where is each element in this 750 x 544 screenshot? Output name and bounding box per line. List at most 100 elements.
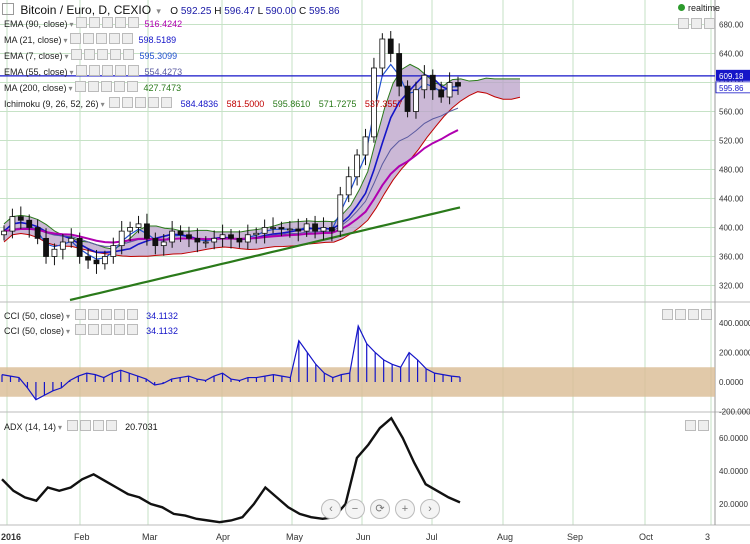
price-tick-label: 480.00 (719, 166, 744, 175)
candle-body (270, 227, 276, 229)
candle-body (76, 237, 83, 257)
candle-body (144, 223, 150, 239)
candle-body (354, 154, 361, 178)
time-tick-label: Jul (426, 532, 438, 542)
candle-body (202, 241, 209, 244)
candle-body (1, 230, 7, 236)
candle-body (34, 227, 41, 239)
chevron-down-icon[interactable]: ▾ (156, 6, 161, 16)
realtime-status: realtime (677, 3, 720, 13)
cci-pane (0, 324, 715, 401)
cci-tick-label: 0.0000 (719, 378, 744, 387)
candle-body (261, 227, 268, 234)
zoom-in-button[interactable]: + (395, 499, 415, 519)
candle-body (93, 259, 100, 265)
adx-pane (1, 416, 461, 524)
indicator-legend-row[interactable]: MA (21, close) ▾ 598.5189 (4, 33, 176, 45)
time-tick-label: 2016 (1, 532, 21, 542)
candle-body (68, 237, 75, 243)
candle-body (244, 234, 251, 243)
price-tick-label: 560.00 (719, 108, 744, 117)
price-tick-label: 400.00 (719, 224, 744, 233)
candle-body (59, 241, 66, 250)
cci-band (0, 367, 715, 397)
current-price-label: 609.18 (719, 72, 744, 81)
candle-body (438, 89, 445, 98)
time-tick-label: Feb (74, 532, 90, 542)
candle-body (413, 89, 419, 112)
candle-body (295, 228, 302, 232)
indicator-legend-row[interactable]: MA (200, close) ▾ 427.7473 (4, 81, 181, 93)
cci-tick-label: -200.0000 (719, 408, 750, 417)
cci-tick-label: 400.0000 (719, 319, 750, 328)
candle-body (169, 230, 176, 243)
symbol-title: Bitcoin / Euro, D, CEXIO (20, 3, 152, 17)
candle-body (429, 74, 436, 91)
time-tick-label: 3 (705, 532, 710, 542)
candle-body (286, 228, 293, 231)
candle-body (320, 227, 327, 232)
candle-body (160, 241, 167, 247)
candle-body (396, 53, 403, 87)
adx-pane-controls[interactable] (685, 420, 709, 431)
last-price-label: 595.86 (719, 84, 744, 93)
price-tick-label: 360.00 (719, 253, 744, 262)
candle-body (446, 82, 453, 98)
scroll-left-button[interactable]: ‹ (321, 499, 341, 519)
price-tick-label: 520.00 (719, 137, 744, 146)
candle-body (236, 237, 243, 243)
zoom-out-button[interactable]: − (345, 499, 365, 519)
candle-body (152, 237, 159, 247)
time-tick-label: Mar (142, 532, 158, 542)
candle-body (135, 223, 142, 228)
candle-body (85, 256, 91, 261)
price-tick-label: 680.00 (719, 21, 744, 30)
indicator-legend-row[interactable]: EMA (7, close) ▾ 595.3099 (4, 49, 177, 61)
candle-body (345, 176, 352, 196)
candle-body (362, 136, 369, 156)
cci-pane-controls[interactable] (662, 309, 712, 320)
candle-body (312, 223, 318, 232)
adx-tick-label: 20.0000 (719, 500, 748, 509)
time-tick-label: May (286, 532, 304, 542)
time-tick-label: Apr (216, 532, 230, 542)
time-tick-label: Sep (567, 532, 583, 542)
adx-legend[interactable]: ADX (14, 14) ▾ 20.7031 (4, 420, 158, 432)
scroll-right-button[interactable]: › (420, 499, 440, 519)
cci-legend-1[interactable]: CCI (50, close) ▾ 34.1132 (4, 309, 178, 321)
candle-body (17, 216, 24, 221)
candle-body (9, 216, 16, 232)
candle-body (228, 234, 234, 239)
price-tick-label: 440.00 (719, 195, 744, 204)
candle-body (194, 237, 201, 243)
reset-button[interactable]: ⟳ (370, 499, 390, 519)
candle-body (177, 230, 184, 236)
candle-body (186, 234, 192, 239)
candle-body (387, 38, 394, 54)
symbol-icon[interactable] (2, 3, 14, 15)
cci-tick-label: 200.0000 (719, 349, 750, 358)
ichimoku-legend[interactable]: Ichimoku (9, 26, 52, 26) ▾ 584.4836 581.5… (4, 97, 402, 109)
candle-body (253, 232, 260, 236)
time-tick-label: Jun (356, 532, 371, 542)
cci-legend-2[interactable]: CCI (50, close) ▾ 34.1132 (4, 324, 178, 336)
candle-body (328, 227, 335, 232)
candle-body (127, 227, 134, 232)
indicator-legend-row[interactable]: EMA (55, close) ▾ 554.4273 (4, 65, 182, 77)
candle-body (303, 223, 310, 232)
candle-body (101, 256, 108, 265)
candle-body (118, 230, 125, 247)
price-tick-label: 640.00 (719, 50, 744, 59)
candle-body (455, 82, 461, 87)
time-tick-label: Oct (639, 532, 654, 542)
candle-body (278, 227, 285, 230)
main-pane-controls[interactable] (678, 18, 715, 29)
candle-body (421, 74, 428, 91)
candle-body (404, 85, 411, 112)
candle-body (43, 237, 49, 257)
candle-body (211, 237, 218, 243)
indicator-legend-row[interactable]: EMA (90, close) ▾ 516.4242 (4, 17, 182, 29)
ohlc-readout: O 592.25 H 596.47 L 590.00 C 595.86 (170, 6, 340, 17)
chart-title: Bitcoin / Euro, D, CEXIO ▾ O 592.25 H 59… (2, 3, 340, 17)
status-dot-icon (677, 4, 685, 11)
